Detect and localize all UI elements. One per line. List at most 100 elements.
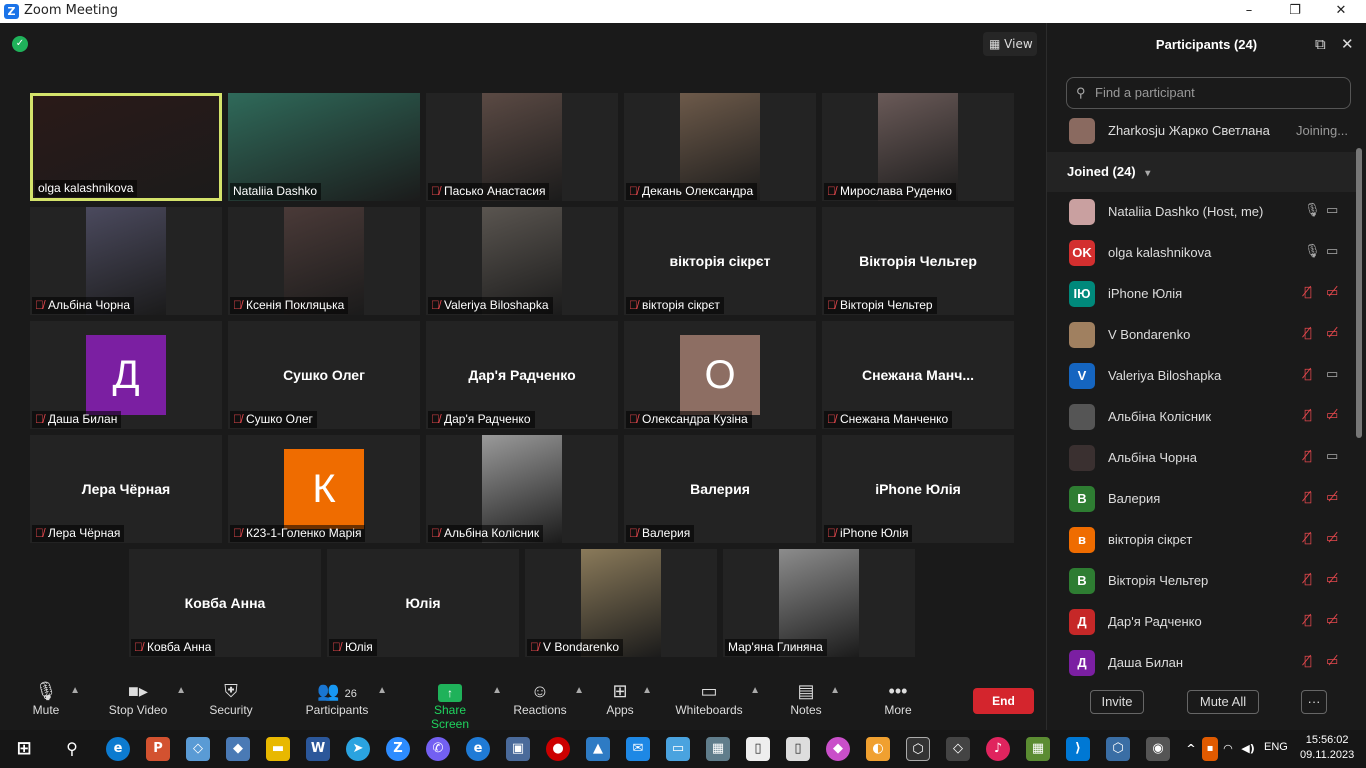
joining-participant-row[interactable]: Zharkosju Жарко Светлана Joining... <box>1047 111 1357 152</box>
mute-all-button[interactable]: Mute All <box>1187 690 1259 714</box>
mail-icon[interactable]: ✉ <box>626 737 650 761</box>
video-tile[interactable]: 🎙̸ Ксенія Покляцька <box>228 207 420 315</box>
edge-browser-icon[interactable]: e <box>106 737 130 761</box>
end-meeting-button[interactable]: End <box>973 688 1034 714</box>
paint-palette-icon[interactable]: ◐ <box>866 737 890 761</box>
video-tile[interactable]: Мар'яна Глиняна <box>723 549 915 657</box>
paint-icon[interactable]: ◆ <box>826 737 850 761</box>
record-icon[interactable]: ● <box>546 737 570 761</box>
video-tile[interactable]: 🎙̸ Мирослава Руденко <box>822 93 1014 201</box>
word-icon[interactable]: W <box>306 737 330 761</box>
camera-icon[interactable]: ◉ <box>1146 737 1170 761</box>
notepad-icon[interactable]: ▯ <box>746 737 770 761</box>
video-tile[interactable]: Валерия 🎙̸ Валерия <box>624 435 816 543</box>
app-icon[interactable]: ◆ <box>226 737 250 761</box>
tray-app-icon[interactable]: ▪ <box>1202 737 1218 761</box>
search-icon[interactable]: ⚲ <box>60 737 84 761</box>
maximize-button[interactable]: ❐ <box>1272 0 1318 23</box>
reactions-options-chevron-icon[interactable]: ▲ <box>574 685 584 696</box>
video-tile[interactable]: olga kalashnikova <box>30 93 222 201</box>
video-tile[interactable]: Снежана Манч... 🎙̸ Снежана Манченко <box>822 321 1014 429</box>
document-icon[interactable]: ▯ <box>786 737 810 761</box>
participant-list-scrollbar[interactable] <box>1356 148 1362 438</box>
video-tile[interactable]: iPhone Юлія 🎙̸ iPhone Юлія <box>822 435 1014 543</box>
notes-options-chevron-icon[interactable]: ▲ <box>830 685 840 696</box>
3d-viewer-icon[interactable]: ⬡ <box>906 737 930 761</box>
participant-row[interactable]: Д Дар'я Радченко 🎙̸ ▭̸ <box>1047 602 1357 643</box>
video-tile[interactable]: Ковба Анна 🎙̸ Ковба Анна <box>129 549 321 657</box>
more-options-button[interactable]: ··· <box>1301 690 1327 714</box>
video-tile[interactable]: 🎙̸ Альбіна Колісник <box>426 435 618 543</box>
notes-button[interactable]: ▤ Notes ▲ <box>788 679 840 717</box>
minimize-button[interactable]: – <box>1226 0 1272 23</box>
participant-row[interactable]: в вікторія сікрєт 🎙̸ ▭̸ <box>1047 520 1357 561</box>
video-tile[interactable]: К 🎙̸ К23-1-Голенко Марія <box>228 435 420 543</box>
itunes-icon[interactable]: ♪ <box>986 737 1010 761</box>
apps-button[interactable]: ⊞ Apps ▲ <box>604 679 652 717</box>
participants-button[interactable]: 👥 26 Participants ▲ <box>303 679 387 717</box>
video-tile[interactable]: вікторія сікрєт 🎙̸ вікторія сікрєт <box>624 207 816 315</box>
participant-row[interactable]: Д Даша Билан 🎙̸ ▭̸ <box>1047 643 1357 684</box>
pop-out-icon[interactable]: ⧉ <box>1315 35 1326 53</box>
remote-desktop-icon[interactable]: ▭ <box>666 737 690 761</box>
calculator-icon[interactable]: ▦ <box>706 737 730 761</box>
video-tile[interactable]: Лера Чёрная 🎙̸ Лера Чёрная <box>30 435 222 543</box>
video-tile[interactable]: 🎙̸ Альбіна Чорна <box>30 207 222 315</box>
3d-builder-icon[interactable]: ⬡ <box>1106 737 1130 761</box>
app-icon[interactable]: ◇ <box>186 737 210 761</box>
whiteboards-options-chevron-icon[interactable]: ▲ <box>750 685 760 696</box>
system-clock[interactable]: 15:56:02 09.11.2023 <box>1300 733 1354 763</box>
more-button[interactable]: ••• More <box>880 679 916 717</box>
reactions-button[interactable]: ☺ Reactions ▲ <box>512 679 584 717</box>
security-button[interactable]: ⛨ Security <box>207 679 255 717</box>
participant-row[interactable]: Альбіна Колісник 🎙̸ ▭̸ <box>1047 397 1357 438</box>
video-tile[interactable]: Дар'я Радченко 🎙̸ Дар'я Радченко <box>426 321 618 429</box>
roblox-icon[interactable]: ◇ <box>946 737 970 761</box>
video-tile[interactable]: Юлія 🎙̸ Юлія <box>327 549 519 657</box>
participant-row[interactable]: V Bondarenko 🎙̸ ▭̸ <box>1047 315 1357 356</box>
view-button[interactable]: ▦ View <box>983 32 1037 56</box>
participant-row[interactable]: В Вікторія Чельтер 🎙̸ ▭̸ <box>1047 561 1357 602</box>
participant-search-input[interactable]: ⚲ Find a participant <box>1066 77 1351 109</box>
encryption-shield-icon[interactable]: ✓ <box>12 36 28 52</box>
mute-options-chevron-icon[interactable]: ▲ <box>70 685 80 696</box>
file-explorer-icon[interactable]: ▬ <box>266 737 290 761</box>
invite-button[interactable]: Invite <box>1090 690 1144 714</box>
whiteboards-button[interactable]: ▭ Whiteboards ▲ <box>674 679 760 717</box>
participant-row[interactable]: OK olga kalashnikova 🎙 ▭ <box>1047 233 1357 274</box>
video-tile[interactable]: 🎙̸ Valeriya Biloshapka <box>426 207 618 315</box>
share-options-chevron-icon[interactable]: ▲ <box>492 685 502 696</box>
apps-options-chevron-icon[interactable]: ▲ <box>642 685 652 696</box>
mute-button[interactable]: 🎙 Mute ▲ <box>28 679 80 717</box>
volume-icon[interactable]: ◀) <box>1240 737 1256 761</box>
zoom-icon[interactable]: Z <box>386 737 410 761</box>
video-tile[interactable]: Д 🎙̸ Даша Билан <box>30 321 222 429</box>
vscode-icon[interactable]: ⟩ <box>1066 737 1090 761</box>
joined-section-header[interactable]: Joined (24) ▾ <box>1047 152 1357 192</box>
viber-icon[interactable]: ✆ <box>426 737 450 761</box>
minecraft-icon[interactable]: ▦ <box>1026 737 1050 761</box>
language-indicator[interactable]: ENG <box>1264 741 1288 753</box>
video-tile[interactable]: 🎙̸ Пасько Анастасия <box>426 93 618 201</box>
network-icon[interactable]: ◠ <box>1220 737 1236 761</box>
video-tile[interactable]: Сушко Олег 🎙̸ Сушко Олег <box>228 321 420 429</box>
telegram-icon[interactable]: ➤ <box>346 737 370 761</box>
photos-icon[interactable]: ▲ <box>586 737 610 761</box>
participant-row[interactable]: В Валерия 🎙̸ ▭̸ <box>1047 479 1357 520</box>
participant-row[interactable]: V Valeriya Biloshapka 🎙̸ ▭ <box>1047 356 1357 397</box>
share-screen-button[interactable]: ↑ Share Screen ▲ <box>414 679 502 731</box>
close-button[interactable]: ✕ <box>1318 0 1364 23</box>
powerpoint-icon[interactable]: P <box>146 737 170 761</box>
participant-row[interactable]: Альбіна Чорна 🎙̸ ▭ <box>1047 438 1357 479</box>
video-tile[interactable]: Вікторія Чельтер 🎙̸ Вікторія Чельтер <box>822 207 1014 315</box>
video-options-chevron-icon[interactable]: ▲ <box>176 685 186 696</box>
windows-start-icon[interactable]: ⊞ <box>12 737 36 761</box>
close-panel-icon[interactable]: ✕ <box>1341 35 1354 53</box>
stop-video-button[interactable]: ■▸ Stop Video ▲ <box>106 679 186 717</box>
participant-row[interactable]: ІЮ iPhone Юлія 🎙̸ ▭̸ <box>1047 274 1357 315</box>
tray-chevron-up-icon[interactable]: ^ <box>1184 737 1198 761</box>
app-icon[interactable]: ▣ <box>506 737 530 761</box>
participants-options-chevron-icon[interactable]: ▲ <box>377 685 387 696</box>
participant-row[interactable]: Nataliia Dashko (Host, me) 🎙 ▭ <box>1047 192 1357 233</box>
video-tile[interactable]: Nataliia Dashko <box>228 93 420 201</box>
